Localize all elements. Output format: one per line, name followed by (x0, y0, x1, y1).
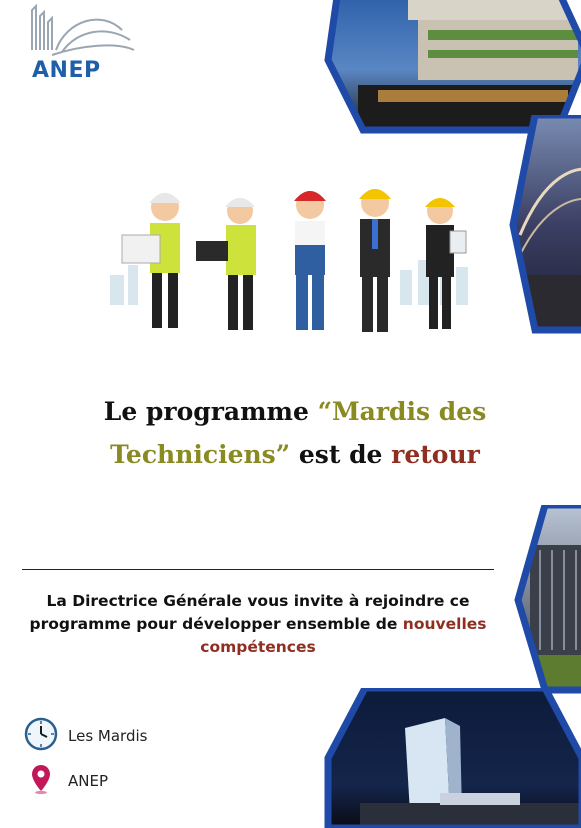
headline-part1: Le programme (103, 397, 318, 426)
info-location-label: ANEP (68, 772, 109, 790)
divider (22, 569, 494, 570)
building-logo-icon (31, 3, 135, 56)
headline-return: retour (391, 440, 480, 469)
logo-text: ANEP (32, 58, 101, 83)
location-pin-icon (30, 763, 52, 800)
info-row-schedule: Les Mardis (24, 717, 148, 756)
info-schedule-label: Les Mardis (68, 727, 148, 745)
info-row-location: ANEP (24, 763, 108, 799)
hex-photo-building-4 (320, 688, 581, 828)
workers-illustration (100, 175, 480, 365)
headline-part3: est de (290, 440, 392, 469)
clock-icon (24, 717, 58, 756)
hex-photo-building-2 (505, 115, 581, 335)
hex-photo-building-3 (510, 505, 581, 695)
headline: Le programme “Mardis des Techniciens” es… (30, 390, 560, 476)
invitation-text: La Directrice Générale vous invite à rej… (22, 590, 494, 659)
